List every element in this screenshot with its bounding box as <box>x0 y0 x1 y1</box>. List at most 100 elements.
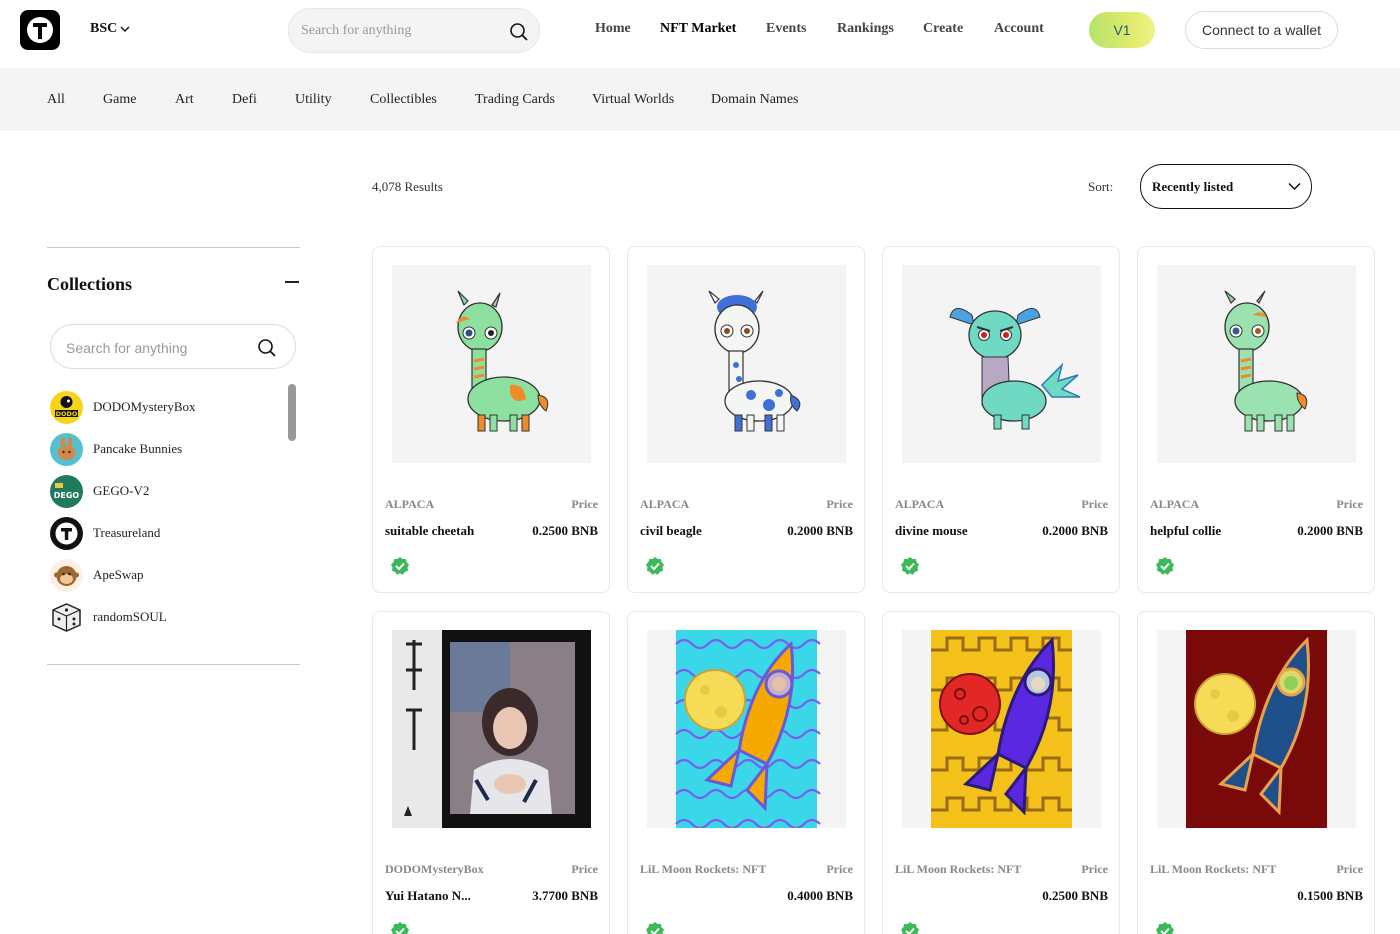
nft-image-alpaca-green <box>392 265 591 463</box>
collection-item-randomsoul[interactable]: randomSOUL <box>50 600 167 634</box>
card-price-label: Price <box>1336 497 1363 511</box>
nft-card[interactable]: LiL Moon Rockets: NFT Price 0.2500 BNB <box>882 611 1120 934</box>
category-virtual-worlds[interactable]: Virtual Worlds <box>592 92 674 108</box>
category-domain-names[interactable]: Domain Names <box>711 92 798 108</box>
nft-card[interactable]: ALPACA Price helpful collie 0.2000 BNB <box>1137 246 1375 593</box>
card-name: civil beagle <box>640 523 702 538</box>
nav-nft-market[interactable]: NFT Market <box>660 21 736 37</box>
card-price-label: Price <box>1081 862 1108 876</box>
category-utility[interactable]: Utility <box>295 92 332 108</box>
nft-image-photo-card <box>392 630 591 828</box>
sidebar-divider-top <box>47 247 300 248</box>
nft-card[interactable]: ALPACA Price divine mouse 0.2000 BNB <box>882 246 1120 593</box>
collection-item-apeswap[interactable]: ApeSwap <box>50 558 144 592</box>
verified-badge-icon <box>1156 922 1174 934</box>
treasureland-logo[interactable] <box>20 10 60 50</box>
nft-card[interactable]: DODOMysteryBox Price Yui Hatano N... 3.7… <box>372 611 610 934</box>
nft-card[interactable]: LiL Moon Rockets: NFT Price 0.1500 BNB <box>1137 611 1375 934</box>
nav-create[interactable]: Create <box>923 21 963 37</box>
category-all[interactable]: All <box>47 92 65 108</box>
collection-name: GEGO-V2 <box>93 483 150 498</box>
card-collection: ALPACA <box>640 497 690 511</box>
verified-badge-icon <box>646 557 664 575</box>
top-header: BSC Home NFT Market Events Rankings Crea… <box>0 0 1400 68</box>
nav-home[interactable]: Home <box>595 21 631 37</box>
chevron-down-icon <box>1288 182 1301 191</box>
card-price-label: Price <box>1336 862 1363 876</box>
nft-image-rocket-navy <box>1157 630 1356 828</box>
category-art[interactable]: Art <box>175 92 194 108</box>
search-icon[interactable] <box>509 22 529 42</box>
ape-logo-icon <box>50 558 83 592</box>
verified-badge-icon <box>646 922 664 934</box>
verified-badge-icon <box>391 922 409 934</box>
nft-image-alpaca-mint <box>1157 265 1356 463</box>
svg-text:DODO: DODO <box>56 410 78 418</box>
sort-label: Sort: <box>1088 179 1114 194</box>
card-collection: ALPACA <box>895 497 945 511</box>
verified-badge-icon <box>391 557 409 575</box>
card-price: 0.1500 BNB <box>1297 888 1363 903</box>
category-game[interactable]: Game <box>103 92 136 108</box>
collapse-minus-icon[interactable] <box>285 281 299 283</box>
dodo-logo-icon: DODO <box>50 390 83 424</box>
nft-card[interactable]: LiL Moon Rockets: NFT Price 0.4000 BNB <box>627 611 865 934</box>
card-collection: ALPACA <box>385 497 435 511</box>
nav-events[interactable]: Events <box>766 21 806 37</box>
category-trading-cards[interactable]: Trading Cards <box>475 92 555 108</box>
card-collection: LiL Moon Rockets: NFT <box>1150 862 1277 876</box>
card-price-label: Price <box>826 497 853 511</box>
card-collection: LiL Moon Rockets: NFT <box>895 862 1022 876</box>
category-bar: All Game Art Defi Utility Collectibles T… <box>0 68 1400 131</box>
card-name: helpful collie <box>1150 523 1222 538</box>
sidebar-divider-bottom <box>47 664 300 665</box>
card-price: 0.2500 BNB <box>1042 888 1108 903</box>
collection-name: Treasureland <box>93 525 161 540</box>
top-search-input[interactable] <box>301 21 501 41</box>
collection-item-gego-v2[interactable]: DEGO GEGO-V2 <box>50 474 149 508</box>
collection-item-dodomysterybox[interactable]: DODO DODOMysteryBox <box>50 390 196 424</box>
card-price: 0.2500 BNB <box>532 523 598 538</box>
card-collection: ALPACA <box>1150 497 1200 511</box>
card-name: suitable cheetah <box>385 523 475 538</box>
collection-item-treasureland[interactable]: Treasureland <box>50 516 160 550</box>
card-price-label: Price <box>1081 497 1108 511</box>
collection-search-input[interactable] <box>66 338 246 358</box>
card-price: 0.2000 BNB <box>1042 523 1108 538</box>
collection-name: Pancake Bunnies <box>93 441 183 456</box>
collection-name: randomSOUL <box>93 609 167 624</box>
search-icon[interactable] <box>257 338 277 358</box>
category-defi[interactable]: Defi <box>232 92 257 108</box>
connect-wallet-button[interactable]: Connect to a wallet <box>1185 11 1338 49</box>
treasureland-logo-icon <box>50 516 83 550</box>
chain-label: BSC <box>90 21 118 36</box>
category-collectibles[interactable]: Collectibles <box>370 92 437 108</box>
card-price: 0.2000 BNB <box>787 523 853 538</box>
collection-name: DODOMysteryBox <box>93 399 196 414</box>
nav-rankings[interactable]: Rankings <box>837 21 894 37</box>
version-button[interactable]: V1 <box>1089 12 1155 48</box>
sort-dropdown[interactable]: Recently listed <box>1140 164 1312 209</box>
nft-image-rocket-purple <box>902 630 1101 828</box>
card-collection: LiL Moon Rockets: NFT <box>640 862 767 876</box>
collection-item-pancake-bunnies[interactable]: Pancake Bunnies <box>50 432 182 466</box>
chain-selector[interactable]: BSC <box>90 21 130 37</box>
bunny-logo-icon <box>50 432 83 466</box>
results-count: 4,078 Results <box>372 179 443 194</box>
card-price: 0.4000 BNB <box>787 888 853 903</box>
dego-logo-icon: DEGO <box>50 474 83 508</box>
collections-title: Collections <box>47 274 132 294</box>
nft-card[interactable]: ALPACA Price suitable cheetah 0.2500 BNB <box>372 246 610 593</box>
collections-scrollbar[interactable] <box>288 384 296 441</box>
svg-text:DEGO: DEGO <box>54 491 80 500</box>
nft-image-alpaca-blue <box>647 265 846 463</box>
verified-badge-icon <box>901 557 919 575</box>
sort-value: Recently listed <box>1152 179 1234 194</box>
card-price: 3.7700 BNB <box>532 888 598 903</box>
top-search-box <box>288 8 540 53</box>
nav-account[interactable]: Account <box>994 21 1044 37</box>
collection-name: ApeSwap <box>93 567 144 582</box>
nft-card[interactable]: ALPACA Price civil beagle 0.2000 BNB <box>627 246 865 593</box>
chevron-down-icon <box>120 26 130 32</box>
collection-search-box <box>50 324 296 369</box>
